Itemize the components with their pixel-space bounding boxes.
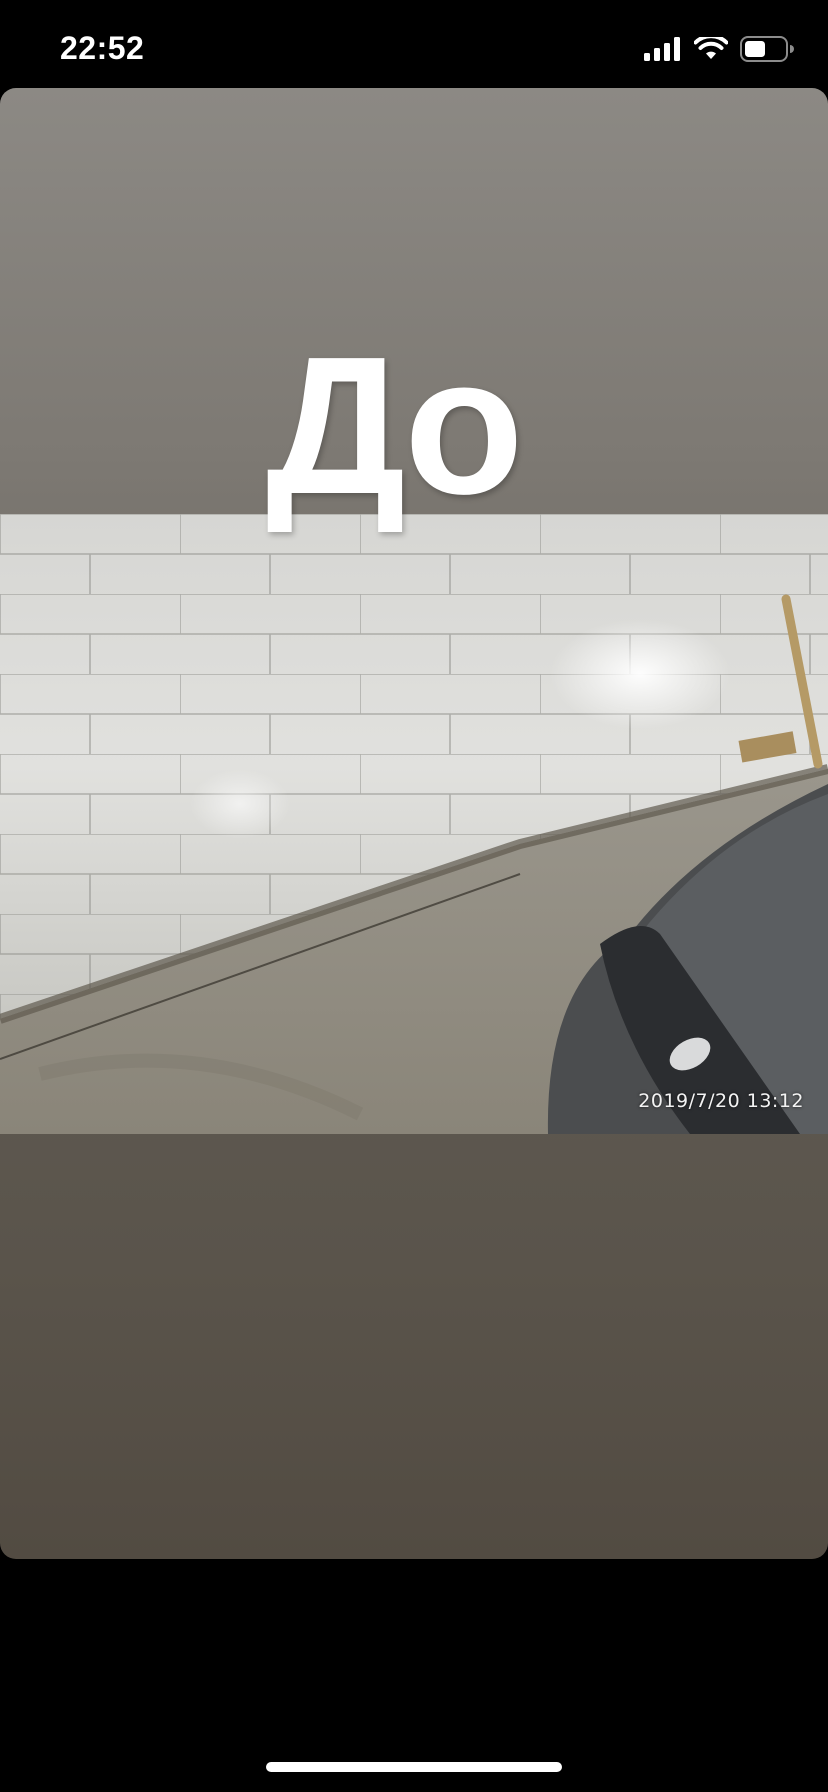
photo-timestamp: 2019/7/20 13:12 bbox=[638, 1090, 804, 1112]
battery-icon bbox=[740, 36, 794, 62]
wifi-icon bbox=[694, 37, 728, 59]
status-time: 22:52 bbox=[60, 30, 145, 66]
home-indicator[interactable] bbox=[266, 1762, 562, 1772]
story-caption: До bbox=[266, 316, 524, 535]
garage-wall-photo bbox=[0, 514, 828, 1134]
story-photo: 2019/7/20 13:12 bbox=[0, 514, 828, 1134]
cellular-signal-icon bbox=[644, 37, 680, 61]
status-bar: 22:52 bbox=[0, 0, 828, 88]
status-icons bbox=[644, 36, 794, 62]
story-card[interactable]: До 2019/7/20 13:12 bbox=[0, 88, 828, 1559]
